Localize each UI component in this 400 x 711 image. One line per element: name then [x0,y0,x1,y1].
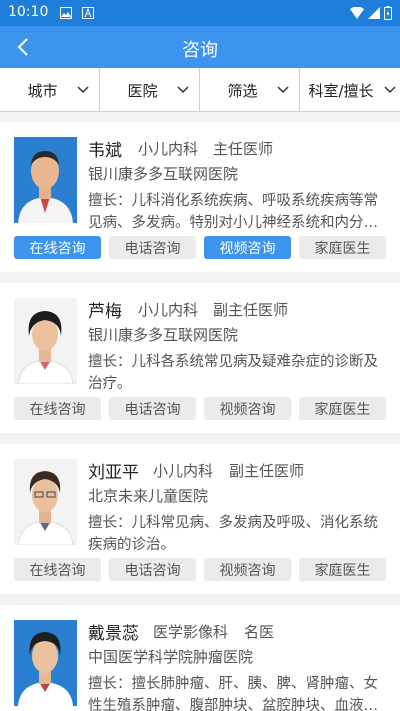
doctor-photo-icon [14,298,77,384]
doctor-specialty: 擅长：儿科常见病、多发病及呼吸、消化系统疾病的诊治。 [88,515,378,553]
filter-label: 城市 [27,81,58,100]
doctor-photo-icon [14,137,77,223]
app-bar: 咨询 [0,26,400,68]
battery-icon [384,6,392,20]
online-consult-button[interactable]: 在线咨询 [14,236,101,259]
doctor-department: 医学影像科 [153,623,229,641]
chevron-down-icon [77,86,89,94]
family-doctor-button[interactable]: 家庭医生 [299,558,386,581]
doctor-title: 副主任医师 [229,462,305,480]
doctor-name: 刘亚平 [88,463,139,483]
status-time: 10:10 [8,4,49,20]
doctor-avatar [14,459,77,545]
video-consult-button[interactable]: 视频咨询 [204,397,291,420]
doctor-card[interactable]: 刘亚平 小儿内科 副主任医师 北京未来儿童医院 擅长：儿科常见病、多发病及呼吸、… [0,444,400,594]
filter-label: 医院 [127,81,158,100]
app-a-icon [82,7,94,19]
online-consult-button[interactable]: 在线咨询 [14,397,101,420]
signal-icon [368,7,380,19]
doctor-title: 主任医师 [213,140,274,158]
doctor-avatar [14,137,77,223]
status-bar: 10:10 [0,0,400,26]
consult-buttons: 在线咨询 电话咨询 视频咨询 家庭医生 [14,236,386,259]
filter-label: 科室/擅长 [308,81,374,100]
family-doctor-button[interactable]: 家庭医生 [299,397,386,420]
phone-consult-button[interactable]: 电话咨询 [109,558,196,581]
filter-screen[interactable]: 筛选 [200,68,300,112]
phone-consult-button[interactable]: 电话咨询 [109,236,196,259]
wifi-icon [350,7,364,19]
phone-consult-button[interactable]: 电话咨询 [109,397,196,420]
doctor-hospital: 银川康多多互联网医院 [88,326,239,344]
chevron-down-icon [277,86,289,94]
doctor-avatar [14,298,77,384]
video-consult-button[interactable]: 视频咨询 [204,558,291,581]
doctor-specialty: 擅长：儿科消化系统疾病、呼吸系统疾病等常见病、多发病。特别对小儿神经系统和内分… [88,193,378,231]
chevron-down-icon [384,86,396,94]
page-title: 咨询 [182,40,218,61]
consult-buttons: 在线咨询 电话咨询 视频咨询 家庭医生 [14,558,386,581]
filter-label: 筛选 [227,81,258,100]
doctor-photo-icon [14,620,77,706]
filter-bar: 城市 医院 筛选 科室/擅长 [0,68,400,112]
doctor-title: 名医 [244,623,275,641]
family-doctor-button[interactable]: 家庭医生 [299,236,386,259]
gallery-icon [60,7,72,19]
doctor-avatar [14,620,77,706]
doctor-card[interactable]: 韦斌 小儿内科 主任医师 银川康多多互联网医院 擅长：儿科消化系统疾病、呼吸系统… [0,122,400,272]
doctor-department: 小儿内科 [138,140,199,158]
doctor-card[interactable]: 芦梅 小儿内科 副主任医师 银川康多多互联网医院 擅长：儿科各系统常见病及疑难杂… [0,283,400,433]
doctor-photo-icon [14,459,77,545]
doctor-name: 芦梅 [88,302,122,322]
filter-city[interactable]: 城市 [0,68,100,112]
doctor-specialty: 擅长：儿科各系统常见病及疑难杂症的诊断及治疗。 [88,354,378,392]
doctor-hospital: 北京未来儿童医院 [88,487,209,505]
filter-department[interactable]: 科室/擅长 [300,68,400,112]
filter-hospital[interactable]: 医院 [100,68,200,112]
doctor-title: 副主任医师 [213,301,289,319]
doctor-name: 戴景蕊 [88,624,139,644]
consult-buttons: 在线咨询 电话咨询 视频咨询 家庭医生 [14,397,386,420]
doctor-hospital: 银川康多多互联网医院 [88,165,239,183]
doctor-department: 小儿内科 [138,301,199,319]
doctor-name: 韦斌 [88,141,122,161]
doctor-hospital: 中国医学科学院肿瘤医院 [88,648,254,666]
chevron-down-icon [177,86,189,94]
video-consult-button[interactable]: 视频咨询 [204,236,291,259]
doctor-card[interactable]: 戴景蕊 医学影像科 名医 中国医学科学院肿瘤医院 擅长：擅长肺肿瘤、肝、胰、脾、… [0,605,400,711]
doctor-specialty: 擅长：擅长肺肿瘤、肝、胰、脾、肾肿瘤、女性生殖系肿瘤、腹部肿块、盆腔肿块、血液… [88,676,378,711]
online-consult-button[interactable]: 在线咨询 [14,558,101,581]
doctor-department: 小儿内科 [153,462,214,480]
